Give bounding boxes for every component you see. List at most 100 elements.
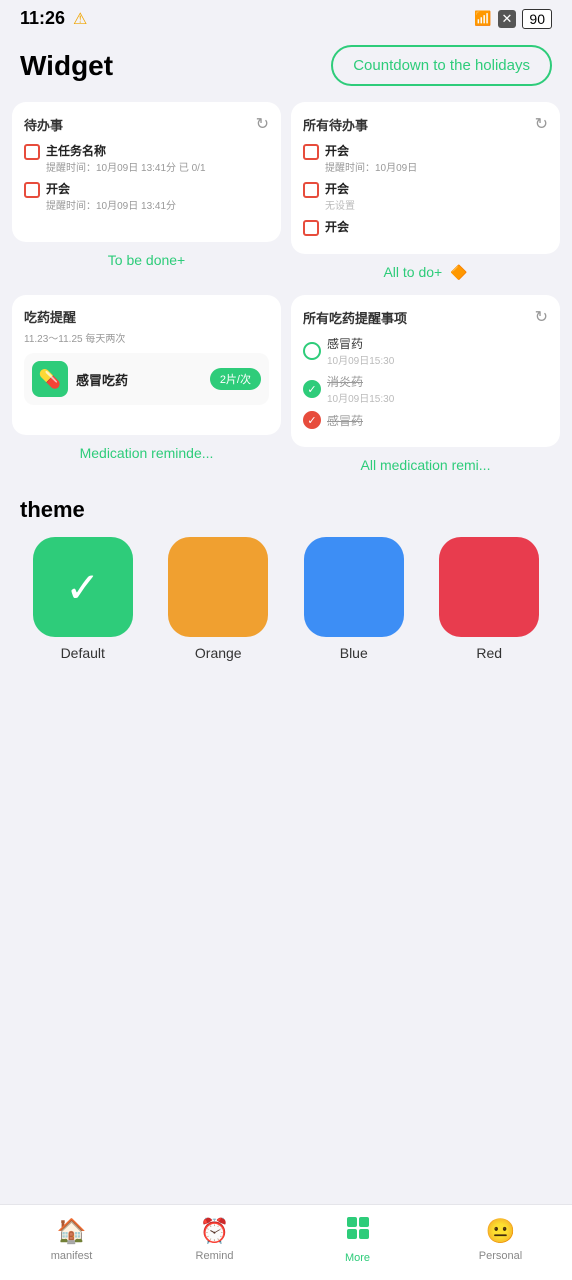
all-todo-label[interactable]: All to do+ 🔶 [291,254,560,285]
remind-icon: ⏰ [200,1217,230,1246]
status-time: 11:26 [20,8,65,29]
todo-item: 主任务名称 提醒时间：10月09日 13:41分 已 0/1 [24,142,269,174]
nav-item-manifest[interactable]: 🏠 manifest [0,1217,143,1262]
theme-label-default: Default [61,645,105,661]
med-circle-2[interactable]: ✓ [303,380,321,398]
nav-label-personal: Personal [479,1250,522,1262]
nav-item-personal[interactable]: 😐 Personal [429,1217,572,1262]
med-dose: 2片/次 [210,368,261,390]
all-med-card-header: 所有吃药提醒事项 ↻ [303,307,548,327]
all-med-item-3: ✓ 感冒药 [303,411,548,429]
all-todo-time-1: 提醒时间：10月09日 [325,159,548,174]
todo-refresh-icon[interactable]: ↻ [256,114,269,134]
todo-widget-container: 待办事 ↻ 主任务名称 提醒时间：10月09日 13:41分 已 0/1 开会 … [12,102,281,285]
all-med-time-1: 10月09日15:30 [327,352,548,367]
countdown-button[interactable]: Countdown to the holidays [331,45,552,86]
all-todo-card-header: 所有待办事 ↻ [303,114,548,134]
widget-grid: 待办事 ↻ 主任务名称 提醒时间：10月09日 13:41分 已 0/1 开会 … [0,102,572,477]
all-todo-content-1: 开会 提醒时间：10月09日 [325,142,548,174]
all-todo-content-2: 开会 无设置 [325,180,548,212]
all-todo-name-1: 开会 [325,142,548,159]
theme-item-blue[interactable]: Blue [291,537,417,661]
todo-name-1: 主任务名称 [46,142,269,159]
todo-checkbox-2[interactable] [24,182,40,198]
all-todo-checkbox-3[interactable] [303,220,319,236]
all-med-name-2: 消炎药 [327,373,548,390]
all-med-refresh-icon[interactable]: ↻ [535,307,548,327]
all-todo-name-3: 开会 [325,218,548,235]
page-header: Widget Countdown to the holidays [0,33,572,102]
todo-content-2: 开会 提醒时间：10月09日 13:41分 [46,180,269,212]
todo-card: 待办事 ↻ 主任务名称 提醒时间：10月09日 13:41分 已 0/1 开会 … [12,102,281,242]
nav-label-more: More [345,1252,370,1264]
todo-item-2: 开会 提醒时间：10月09日 13:41分 [24,180,269,212]
battery-indicator: 90 [522,9,552,29]
nav-item-more[interactable]: More [286,1215,429,1264]
check-diamond-icon: 🔶 [450,264,467,280]
med-icon: 💊 [32,361,68,397]
med-card: 吃药提醒 11.23～11.25 每天两次 💊 感冒吃药 2片/次 [12,295,281,435]
all-med-content-3: 感冒药 [327,412,548,429]
theme-item-orange[interactable]: Orange [156,537,282,661]
theme-swatch-red [439,537,539,637]
med-label[interactable]: Medication reminde... [12,435,281,465]
all-med-item-1: 感冒药 10月09日15:30 [303,335,548,367]
wifi-icon: 📶 [474,10,491,27]
page-title: Widget [20,50,113,82]
all-todo-item-3: 开会 [303,218,548,236]
med-circle-1[interactable] [303,342,321,360]
todo-checkbox-1[interactable] [24,144,40,160]
all-todo-refresh-icon[interactable]: ↻ [535,114,548,134]
nav-label-manifest: manifest [51,1250,93,1262]
all-med-name-1: 感冒药 [327,335,548,352]
all-med-name-3: 感冒药 [327,412,548,429]
theme-item-default[interactable]: ✓ Default [20,537,146,661]
todo-content-1: 主任务名称 提醒时间：10月09日 13:41分 已 0/1 [46,142,269,174]
todo-card-header: 待办事 ↻ [24,114,269,134]
all-todo-item-1: 开会 提醒时间：10月09日 [303,142,548,174]
todo-card-title: 待办事 [24,115,63,134]
all-med-time-2: 10月09日15:30 [327,390,548,405]
all-med-card-title: 所有吃药提醒事项 [303,308,407,327]
x-icon: ✕ [498,10,517,28]
status-bar: 11:26 ⚠ 📶 ✕ 90 [0,0,572,33]
home-icon: 🏠 [57,1217,87,1246]
all-todo-card-title: 所有待办事 [303,115,368,134]
med-circle-3[interactable]: ✓ [303,411,321,429]
all-todo-name-2: 开会 [325,180,548,197]
theme-item-red[interactable]: Red [427,537,553,661]
all-med-label[interactable]: All medication remi... [291,447,560,477]
all-todo-item-2: 开会 无设置 [303,180,548,212]
all-todo-checkbox-1[interactable] [303,144,319,160]
theme-grid: ✓ Default Orange Blue Red [0,537,572,661]
all-todo-widget-container: 所有待办事 ↻ 开会 提醒时间：10月09日 开会 无设置 [291,102,560,285]
theme-swatch-default: ✓ [33,537,133,637]
med-item: 💊 感冒吃药 2片/次 [24,353,269,405]
all-todo-content-3: 开会 [325,218,548,235]
status-icons: 📶 ✕ 90 [474,9,552,29]
todo-time-1: 提醒时间：10月09日 13:41分 已 0/1 [46,159,269,174]
todo-time-2: 提醒时间：10月09日 13:41分 [46,197,269,212]
theme-swatch-blue [304,537,404,637]
warning-icon: ⚠ [73,9,87,29]
all-med-card: 所有吃药提醒事项 ↻ 感冒药 10月09日15:30 ✓ 消炎药 1 [291,295,560,447]
med-schedule: 11.23～11.25 每天两次 [24,330,269,345]
theme-swatch-orange [168,537,268,637]
all-todo-checkbox-2[interactable] [303,182,319,198]
all-med-content-2: 消炎药 10月09日15:30 [327,373,548,405]
all-todo-card: 所有待办事 ↻ 开会 提醒时间：10月09日 开会 无设置 [291,102,560,254]
todo-label[interactable]: To be done+ [12,242,281,272]
theme-label-red: Red [476,645,502,661]
nav-item-remind[interactable]: ⏰ Remind [143,1217,286,1262]
theme-check-icon: ✓ [65,563,100,612]
bottom-nav: 🏠 manifest ⏰ Remind More 😐 Personal [0,1204,572,1280]
med-card-title: 吃药提醒 [24,307,269,326]
theme-section-title: theme [0,477,572,537]
nav-label-remind: Remind [196,1250,234,1262]
all-med-content-1: 感冒药 10月09日15:30 [327,335,548,367]
theme-label-orange: Orange [195,645,242,661]
med-name: 感冒吃药 [76,370,202,389]
more-icon [345,1215,371,1248]
all-todo-noloc-2: 无设置 [325,197,548,212]
all-med-item-2: ✓ 消炎药 10月09日15:30 [303,373,548,405]
